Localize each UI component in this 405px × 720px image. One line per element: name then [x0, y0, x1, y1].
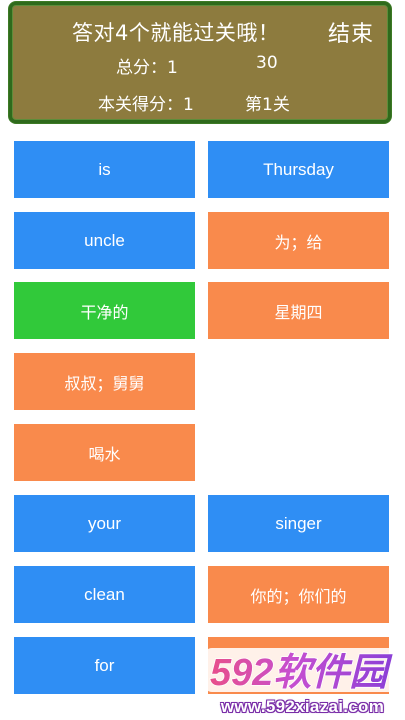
level-name: 第1关 [245, 95, 290, 115]
game-screen: 答对4个就能过关哦！ 结束 总分：1 30 本关得分：1 第1关 is Thur… [0, 0, 405, 720]
word-card-for[interactable]: for [14, 637, 195, 694]
meaning-card-uncle[interactable]: 叔叔；舅舅 [14, 353, 195, 410]
level-hint: 答对4个就能过关哦！ [72, 21, 280, 45]
word-card-is[interactable]: is [14, 141, 195, 198]
end-button[interactable]: 结束 [328, 16, 374, 48]
word-card-uncle[interactable]: uncle [14, 212, 195, 269]
watermark-url: www.592xiazai.com [220, 697, 385, 716]
meaning-card-your[interactable]: 你的；你们的 [208, 566, 389, 623]
word-card-clean[interactable]: clean [14, 566, 195, 623]
word-card-thursday[interactable]: Thursday [208, 141, 389, 198]
word-card-your[interactable]: your [14, 495, 195, 552]
meaning-card-thursday[interactable]: 星期四 [208, 282, 389, 339]
meaning-card-wei-gei[interactable]: 为；给 [208, 212, 389, 269]
total-score-label: 总分：1 [116, 58, 178, 78]
status-panel: 答对4个就能过关哦！ 结束 总分：1 30 本关得分：1 第1关 [9, 2, 391, 123]
meaning-card-clean-selected[interactable]: 干净的 [14, 282, 195, 339]
meaning-card-drink-water[interactable]: 喝水 [14, 424, 195, 481]
word-card-singer[interactable]: singer [208, 495, 389, 552]
hidden-card[interactable] [208, 637, 389, 694]
score-total: 30 [256, 53, 278, 73]
level-score-label: 本关得分：1 [98, 95, 194, 115]
